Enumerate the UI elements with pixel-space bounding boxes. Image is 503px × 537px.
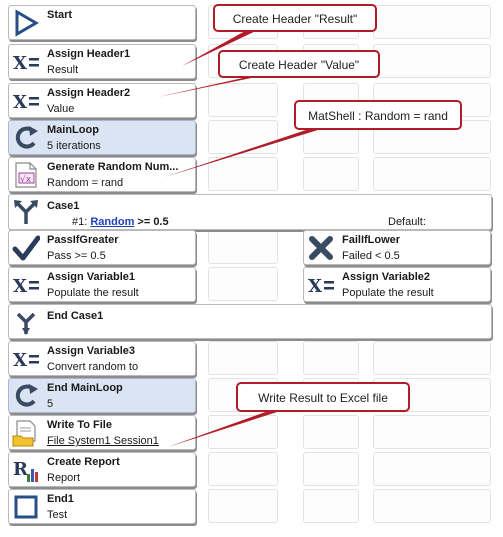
file-session-link[interactable]: File System1 Session1 [47, 435, 159, 447]
step-title: Start [47, 9, 73, 21]
svg-text:X: X [13, 350, 27, 371]
step-subtitle: 5 [47, 398, 54, 410]
generate-random-step[interactable]: √x Generate Random Num... Random = rand [8, 157, 196, 192]
assign-variable1-step[interactable]: X Assign Variable1 Populate the result [8, 267, 196, 302]
assign-variable-icon: X [308, 276, 334, 297]
assign-variable-icon: X [13, 92, 39, 113]
callout-header-result: Create Header "Result" [213, 4, 377, 32]
case-branch-icon [14, 200, 38, 224]
end-case-icon [16, 312, 36, 335]
callout-header-value: Create Header "Value" [218, 50, 380, 78]
main-loop-step[interactable]: MainLoop 5 iterations [8, 120, 196, 155]
empty-grid-cell [373, 415, 491, 449]
file-folder-icon [12, 420, 36, 447]
end1-step[interactable]: End1 Test [8, 489, 196, 524]
step-title: Assign Header1 [47, 48, 131, 60]
empty-grid-cell [208, 341, 278, 375]
matshell-script-icon: √x [15, 162, 37, 188]
start-step[interactable]: Start [8, 5, 196, 40]
step-subtitle: Test [47, 509, 68, 521]
checkmark-icon [12, 235, 40, 261]
step-title: Assign Header2 [47, 87, 131, 99]
svg-text:X: X [13, 276, 27, 297]
step-title: Assign Variable1 [47, 271, 136, 283]
loop-icon [15, 384, 38, 407]
step-title: FailIfLower [342, 234, 401, 246]
svg-text:√x: √x [20, 174, 32, 185]
step-title: Case1 [47, 200, 80, 212]
assign-variable3-step[interactable]: X Assign Variable3 Convert random to [8, 341, 196, 376]
assign-variable2-step[interactable]: X Assign Variable2 Populate the result [303, 267, 491, 302]
empty-grid-cell [208, 489, 278, 523]
step-subtitle: Random = rand [47, 177, 124, 189]
empty-grid-cell [303, 452, 359, 486]
svg-text:X: X [13, 92, 27, 113]
step-title: Write To File [47, 419, 112, 431]
empty-grid-cell [208, 452, 278, 486]
empty-grid-cell [373, 489, 491, 523]
case-condition-prefix: #1: [72, 216, 91, 228]
step-subtitle: Report [47, 472, 81, 484]
assign-header2-step[interactable]: X Assign Header2 Value [8, 83, 196, 118]
empty-grid-cell [208, 267, 278, 301]
step-subtitle: Populate the result [342, 287, 434, 299]
assign-header1-step[interactable]: X Assign Header1 Result [8, 44, 196, 79]
empty-grid-cell [208, 157, 278, 191]
case-default-label: Default: [388, 216, 426, 228]
case-condition-1: #1: Random >= 0.5 [72, 216, 169, 228]
pass-if-greater-step[interactable]: PassIfGreater Pass >= 0.5 [8, 230, 196, 265]
empty-grid-cell [373, 44, 491, 78]
step-title: End Case1 [47, 310, 104, 322]
step-subtitle: Pass >= 0.5 [47, 250, 106, 262]
empty-grid-cell [208, 83, 278, 117]
empty-grid-cell [208, 230, 278, 264]
step-title: Create Report [47, 456, 120, 468]
empty-grid-cell [303, 341, 359, 375]
assign-variable-icon: X [13, 350, 39, 371]
fail-x-icon [309, 236, 333, 260]
empty-grid-cell [303, 489, 359, 523]
svg-text:X: X [13, 53, 27, 74]
step-subtitle: Failed < 0.5 [342, 250, 400, 262]
empty-grid-cell [208, 120, 278, 154]
case-condition-suffix: >= 0.5 [134, 216, 169, 228]
fail-if-lower-step[interactable]: FailIfLower Failed < 0.5 [303, 230, 491, 265]
create-report-step[interactable]: R Create Report Report [8, 452, 196, 487]
end-main-loop-step[interactable]: End MainLoop 5 [8, 378, 196, 413]
step-title: End MainLoop [47, 382, 123, 394]
step-title: Generate Random Num... [47, 161, 179, 173]
callout-write-excel: Write Result to Excel file [236, 382, 410, 412]
step-subtitle: 5 iterations [47, 140, 101, 152]
step-subtitle: Value [47, 103, 75, 115]
empty-grid-cell [373, 157, 491, 191]
callout-matshell: MatShell : Random = rand [294, 100, 462, 130]
empty-grid-cell [373, 341, 491, 375]
empty-grid-cell [303, 157, 359, 191]
svg-text:R: R [13, 459, 29, 480]
assign-variable-icon: X [13, 53, 39, 74]
step-subtitle: Populate the result [47, 287, 139, 299]
start-icon [15, 9, 39, 37]
step-title: PassIfGreater [47, 234, 119, 246]
step-title: Assign Variable2 [342, 271, 431, 283]
stop-icon [14, 495, 38, 519]
assign-variable-icon: X [13, 276, 39, 297]
random-variable-link[interactable]: Random [90, 216, 134, 228]
empty-grid-cell [208, 415, 278, 449]
loop-icon [15, 126, 38, 149]
report-icon: R [13, 459, 38, 482]
empty-grid-cell [373, 5, 491, 39]
step-title: Assign Variable3 [47, 345, 136, 357]
step-subtitle: Result [47, 64, 79, 76]
empty-grid-cell [373, 452, 491, 486]
step-title: MainLoop [47, 124, 99, 136]
empty-grid-cell [303, 415, 359, 449]
step-subtitle: Convert random to [47, 361, 139, 373]
end-case1-step[interactable]: End Case1 [8, 304, 492, 339]
step-title: End1 [47, 493, 74, 505]
svg-text:X: X [308, 276, 322, 297]
write-to-file-step[interactable]: Write To File File System1 Session1 [8, 415, 196, 450]
